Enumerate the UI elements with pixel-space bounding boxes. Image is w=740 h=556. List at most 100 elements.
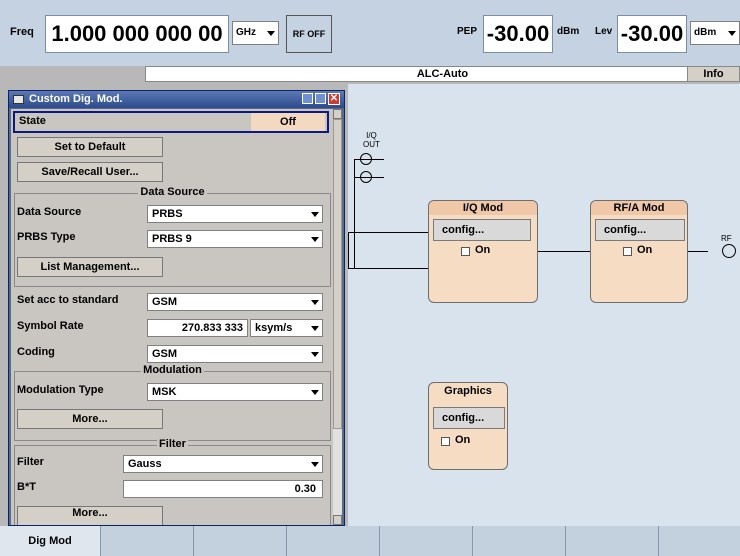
coding-select[interactable]: GSM bbox=[147, 345, 323, 363]
bottom-tab-bar: Dig Mod bbox=[0, 526, 740, 556]
dialog-title: Custom Dig. Mod. bbox=[29, 93, 123, 105]
scroll-up-icon[interactable] bbox=[333, 109, 342, 119]
dialog-body: State Off Set to Default Save/Recall Use… bbox=[11, 109, 342, 525]
filter-select[interactable]: Gauss bbox=[123, 455, 323, 473]
standard-label: Set acc to standard bbox=[17, 294, 119, 306]
rf-off-button[interactable]: RF OFF bbox=[286, 15, 332, 53]
iq-out-label-line2: OUT bbox=[363, 140, 380, 149]
level-unit-value: dBm bbox=[694, 27, 717, 38]
rfa-mod-on-checkbox[interactable] bbox=[623, 247, 632, 256]
symbol-rate-unit-select[interactable]: ksym/s bbox=[250, 319, 323, 337]
pep-label: PEP bbox=[457, 26, 478, 37]
block-diagram: I/Q OUT I/Q Mod config... On RF/A Mod co… bbox=[348, 84, 740, 526]
tab-3[interactable] bbox=[194, 526, 287, 556]
tab-dig-mod[interactable]: Dig Mod bbox=[0, 526, 101, 556]
iq-mod-title: I/Q Mod bbox=[429, 201, 537, 215]
pep-field: -30.00 bbox=[483, 15, 553, 53]
chevron-down-icon bbox=[311, 390, 319, 395]
rfa-mod-on-label: On bbox=[637, 244, 653, 256]
rfa-mod-title: RF/A Mod bbox=[591, 201, 687, 215]
save-recall-button[interactable]: Save/Recall User... bbox=[17, 162, 163, 182]
window-icon bbox=[13, 95, 24, 104]
chevron-down-icon bbox=[267, 31, 275, 36]
minimize-icon[interactable] bbox=[302, 93, 313, 104]
data-source-value: PRBS bbox=[152, 208, 183, 220]
dialog-titlebar[interactable]: Custom Dig. Mod. ✕ bbox=[9, 91, 344, 108]
freq-unit-value: GHz bbox=[236, 27, 256, 38]
coding-label: Coding bbox=[17, 346, 55, 358]
info-button[interactable]: Info bbox=[687, 66, 740, 82]
graphics-on-label: On bbox=[455, 434, 471, 446]
pep-unit: dBm bbox=[557, 26, 580, 37]
iq-out-label: I/Q OUT bbox=[363, 131, 380, 149]
tab-4[interactable] bbox=[287, 526, 380, 556]
iq-mod-config-button[interactable]: config... bbox=[433, 219, 531, 241]
symbol-rate-input[interactable]: 270.833 333 bbox=[147, 319, 248, 337]
rf-output-connector bbox=[722, 244, 736, 258]
dialog-scrollbar[interactable] bbox=[333, 109, 342, 525]
prbs-type-value: PRBS 9 bbox=[152, 233, 192, 245]
coding-value: GSM bbox=[152, 348, 178, 360]
chevron-down-icon bbox=[311, 326, 319, 331]
chevron-down-icon bbox=[311, 237, 319, 242]
chevron-down-icon bbox=[311, 352, 319, 357]
maximize-icon[interactable] bbox=[315, 93, 326, 104]
graphics-block: Graphics config... On bbox=[428, 382, 508, 470]
filter-more-button[interactable]: More... bbox=[17, 506, 163, 525]
scroll-thumb[interactable] bbox=[333, 119, 342, 429]
standard-value: GSM bbox=[152, 296, 178, 308]
level-unit-select[interactable]: dBm bbox=[690, 21, 740, 45]
iq-out-label-line1: I/Q bbox=[366, 131, 377, 140]
custom-dig-mod-dialog: Custom Dig. Mod. ✕ State Off Set to Defa… bbox=[8, 90, 345, 526]
tab-2[interactable] bbox=[101, 526, 194, 556]
modulation-group: Modulation bbox=[14, 364, 331, 441]
freq-field[interactable]: 1.000 000 000 00 bbox=[45, 15, 229, 53]
state-label: State bbox=[19, 115, 46, 127]
graphics-on-checkbox[interactable] bbox=[441, 437, 450, 446]
rfa-mod-config-button[interactable]: config... bbox=[595, 219, 685, 241]
iq-mod-on-label: On bbox=[475, 244, 491, 256]
data-source-label: Data Source bbox=[17, 206, 82, 218]
state-row[interactable]: State Off bbox=[13, 111, 329, 133]
tab-5[interactable] bbox=[380, 526, 473, 556]
iq-mod-block: I/Q Mod config... On bbox=[428, 200, 538, 303]
tab-6[interactable] bbox=[473, 526, 566, 556]
chevron-down-icon bbox=[728, 31, 736, 36]
graphics-title: Graphics bbox=[444, 385, 492, 397]
chevron-down-icon bbox=[311, 300, 319, 305]
standard-select[interactable]: GSM bbox=[147, 293, 323, 311]
lev-label: Lev bbox=[595, 26, 613, 37]
chevron-down-icon bbox=[311, 462, 319, 467]
filter-label: Filter bbox=[17, 456, 44, 468]
data-source-group-title: Data Source bbox=[138, 186, 207, 198]
set-to-default-button[interactable]: Set to Default bbox=[17, 137, 163, 157]
freq-label: Freq bbox=[10, 26, 34, 38]
symbol-rate-label: Symbol Rate bbox=[17, 320, 84, 332]
data-source-select[interactable]: PRBS bbox=[147, 205, 323, 223]
filter-group-title: Filter bbox=[157, 438, 188, 450]
modulation-more-button[interactable]: More... bbox=[17, 409, 163, 429]
scroll-down-icon[interactable] bbox=[333, 515, 342, 525]
chevron-down-icon bbox=[311, 212, 319, 217]
prbs-type-select[interactable]: PRBS 9 bbox=[147, 230, 323, 248]
rfa-mod-block: RF/A Mod config... On bbox=[590, 200, 688, 303]
graphics-config-button[interactable]: config... bbox=[433, 407, 505, 429]
iq-mod-on-checkbox[interactable] bbox=[461, 247, 470, 256]
modulation-type-value: MSK bbox=[152, 386, 177, 398]
level-field[interactable]: -30.00 bbox=[617, 15, 687, 53]
freq-unit-select[interactable]: GHz bbox=[232, 21, 279, 45]
state-toggle[interactable]: Off bbox=[251, 113, 325, 131]
modulation-type-select[interactable]: MSK bbox=[147, 383, 323, 401]
modulation-type-label: Modulation Type bbox=[17, 384, 104, 396]
modulation-group-title: Modulation bbox=[141, 364, 204, 376]
bt-input[interactable]: 0.30 bbox=[123, 480, 323, 498]
filter-value: Gauss bbox=[128, 458, 162, 470]
bt-label: B*T bbox=[17, 481, 36, 493]
list-management-button[interactable]: List Management... bbox=[17, 257, 163, 277]
rf-output-label: RF bbox=[721, 234, 732, 243]
prbs-type-label: PRBS Type bbox=[17, 231, 76, 243]
alc-status: ALC-Auto bbox=[145, 66, 740, 82]
tab-8[interactable] bbox=[659, 526, 740, 556]
tab-7[interactable] bbox=[566, 526, 659, 556]
close-icon[interactable]: ✕ bbox=[328, 93, 340, 105]
